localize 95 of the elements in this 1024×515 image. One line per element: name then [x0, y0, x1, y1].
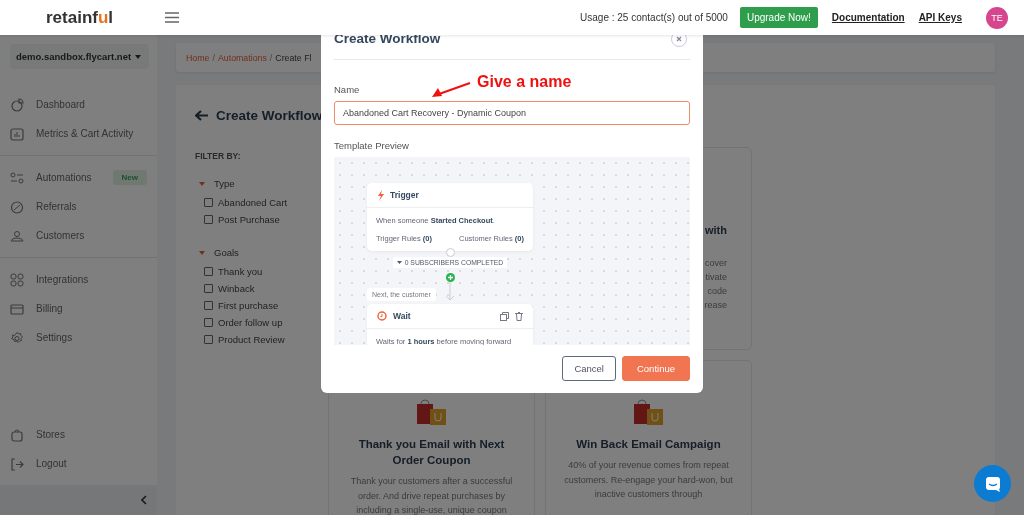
shopping-bags-icon	[414, 396, 449, 426]
checkbox[interactable]	[204, 284, 213, 293]
breadcrumb-separator: /	[212, 52, 215, 63]
add-step-icon[interactable]	[445, 273, 455, 282]
nav-item[interactable]: Referrals	[0, 193, 157, 220]
field-label: Name	[334, 84, 360, 95]
usage-text: Usage : 25 contact(s) out of 5000	[580, 12, 728, 23]
chevron-left-icon	[141, 495, 147, 505]
nav-label: Referrals	[36, 201, 77, 212]
nav-icon	[10, 330, 24, 345]
page-title: Create Workflow	[216, 108, 323, 123]
new-badge: New	[112, 170, 147, 185]
checkbox-label[interactable]: Thank you	[218, 266, 263, 277]
menu-icon[interactable]	[165, 12, 179, 23]
down-arrow-icon	[445, 282, 455, 302]
name-field[interactable]: Abandoned Cart Recovery - Dynamic Coupon	[334, 101, 690, 125]
nav-icon	[10, 170, 24, 185]
nav-item[interactable]: Settings	[0, 324, 157, 351]
nav-icon	[10, 301, 24, 316]
nav-label: Metrics & Cart Activity	[36, 128, 134, 139]
breadcrumb-link[interactable]: Home	[186, 52, 210, 63]
nav-label: Settings	[36, 332, 73, 343]
logo: retainful	[46, 7, 115, 28]
nav-item[interactable]: Stores	[0, 421, 157, 448]
nav-item[interactable]: Billing	[0, 295, 157, 322]
card-title: Thank you Email with Next Order Coupon	[357, 437, 506, 468]
copy-icon[interactable]	[500, 311, 509, 321]
nav-label: Stores	[36, 429, 65, 440]
clock-icon	[377, 311, 387, 321]
shopping-bags-icon	[631, 396, 666, 426]
card-description-line: cover	[705, 257, 727, 270]
caret-down-icon[interactable]	[199, 249, 205, 256]
nav-item[interactable]: Dashboard	[0, 91, 157, 118]
store-selector[interactable]: demo.sandbox.flycart.net	[10, 44, 149, 69]
filter-heading: FILTER BY:	[195, 151, 242, 161]
header-link[interactable]: Documentation	[831, 12, 905, 23]
nav-label: Billing	[36, 303, 63, 314]
checkbox-label[interactable]: Winback	[218, 283, 255, 294]
upgrade-button[interactable]: Upgrade Now!	[739, 7, 818, 28]
checkbox-label[interactable]: Order follow up	[218, 317, 283, 328]
nav-icon	[10, 272, 24, 287]
nav-icon	[10, 97, 24, 112]
nav-icon	[10, 126, 24, 141]
lightning-icon	[377, 189, 384, 201]
user-avatar[interactable]: TE	[986, 6, 1008, 29]
checkbox-label[interactable]: Abandoned Cart	[218, 197, 288, 208]
back-arrow-icon[interactable]	[195, 110, 208, 121]
caret-down-icon	[135, 54, 141, 59]
caret-down-icon[interactable]	[199, 180, 205, 187]
checkbox[interactable]	[204, 301, 213, 310]
annotation-text: Give a name	[477, 73, 572, 91]
nav-item[interactable]: Integrations	[0, 266, 157, 293]
checkbox[interactable]	[204, 318, 213, 327]
store-name: demo.sandbox.flycart.net	[16, 51, 132, 62]
nav-icon	[10, 427, 24, 442]
breadcrumb-link[interactable]: Automations	[217, 52, 267, 63]
caret-down-icon	[396, 261, 402, 264]
close-icon	[676, 35, 682, 42]
card-description-line: rease	[704, 299, 727, 312]
card-title: Win Back Email Campaign	[576, 437, 721, 452]
checkbox-label[interactable]: Post Purchase	[218, 214, 280, 225]
card-title: with	[705, 224, 727, 236]
nav-icon	[10, 199, 24, 214]
node-title: Trigger	[390, 190, 419, 200]
checkbox-label[interactable]: First purchase	[218, 300, 279, 311]
cancel-button[interactable]: Cancel	[562, 356, 616, 381]
continue-button[interactable]: Continue	[621, 356, 690, 381]
nav-item[interactable]: Automations New	[0, 164, 157, 191]
nav-icon	[10, 456, 24, 471]
breadcrumb-separator: /	[269, 52, 273, 63]
breadcrumb-current: Create Fl	[275, 52, 312, 63]
nav-label: Customers	[36, 230, 85, 241]
card-description-line: code	[707, 285, 727, 298]
nav-item[interactable]: Customers	[0, 222, 157, 249]
chat-icon	[984, 475, 1001, 492]
nav-label: Logout	[36, 458, 67, 469]
nav-item[interactable]: Logout	[0, 450, 157, 477]
filter-group-label[interactable]: Goals	[214, 247, 239, 258]
header-link[interactable]: API Keys	[918, 12, 962, 23]
checkbox[interactable]	[204, 335, 213, 344]
filter-group-label[interactable]: Type	[214, 178, 235, 189]
nav-item[interactable]: Metrics & Cart Activity	[0, 120, 157, 147]
checkbox[interactable]	[204, 215, 213, 224]
nav-label: Automations	[36, 172, 92, 183]
checkbox[interactable]	[204, 267, 213, 276]
field-label: Template Preview	[334, 140, 410, 151]
checkbox-label[interactable]: Product Review	[218, 334, 285, 345]
annotation-arrow	[431, 81, 471, 99]
nav-label: Integrations	[36, 274, 89, 285]
nav-icon	[10, 228, 24, 243]
card-description-line: tivate	[705, 271, 727, 284]
nav-label: Dashboard	[36, 99, 85, 110]
node-title: Wait	[393, 311, 411, 321]
trash-icon[interactable]	[515, 311, 523, 321]
checkbox[interactable]	[204, 198, 213, 207]
